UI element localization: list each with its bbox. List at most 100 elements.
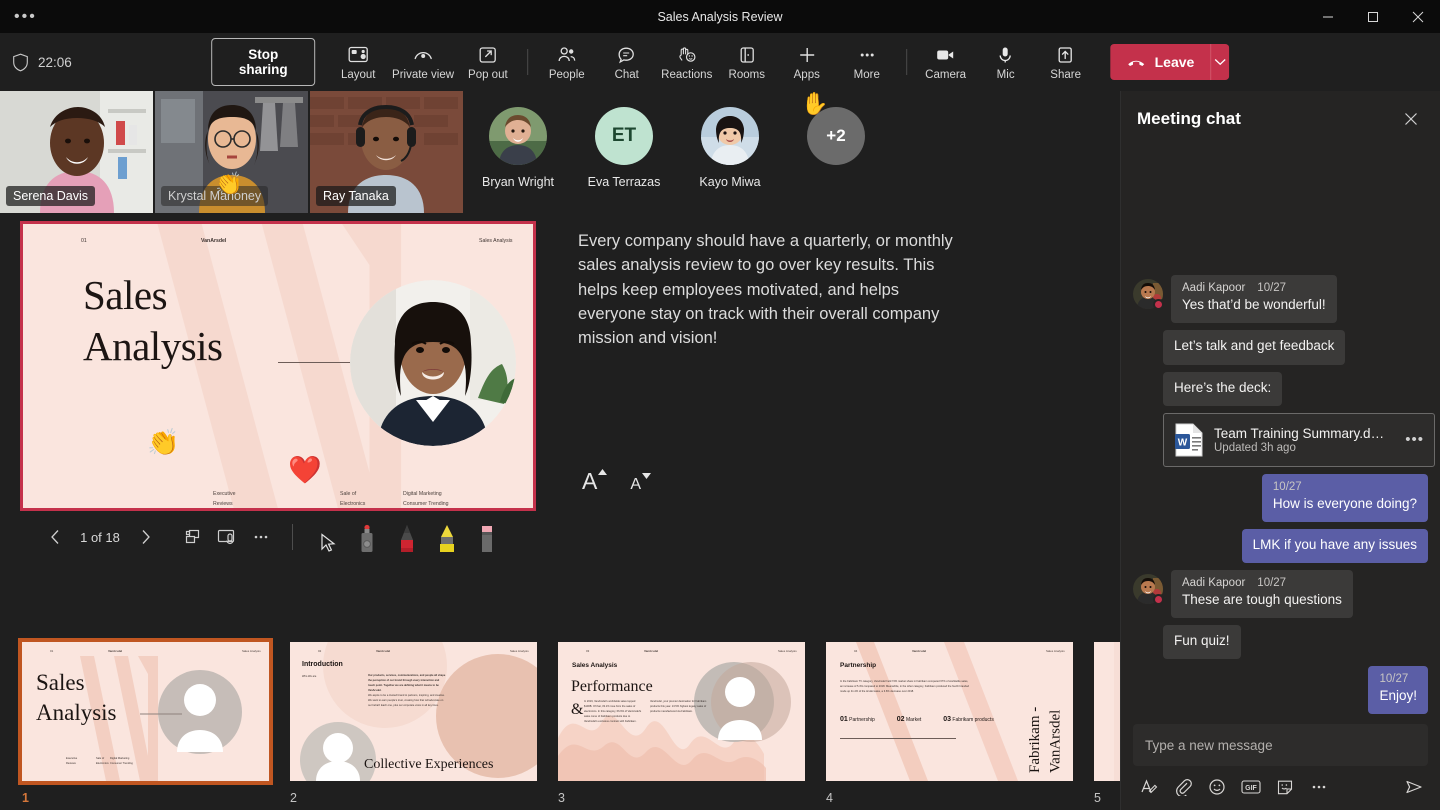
- chat-message-meta: Aadi Kapoor 10/27: [1182, 282, 1326, 294]
- leave-dropdown-button[interactable]: [1210, 44, 1228, 80]
- slide-more-options-button[interactable]: [244, 521, 278, 553]
- meeting-timer: 22:06: [38, 55, 72, 70]
- close-icon[interactable]: [1396, 104, 1426, 134]
- slide-thumbnail[interactable]: 04 VanArsdel Sales Analysis Partnership …: [826, 642, 1073, 781]
- send-icon[interactable]: [1400, 774, 1428, 800]
- gif-icon[interactable]: GIF: [1237, 774, 1265, 800]
- presenter-view-button[interactable]: [210, 521, 244, 553]
- file-meta: Team Training Summary.docx Updated 3h ag…: [1214, 426, 1391, 454]
- leave-button[interactable]: Leave: [1111, 44, 1211, 80]
- laser-pointer-tool-button[interactable]: [347, 520, 387, 554]
- toolbar-item-pop-out[interactable]: Pop out: [459, 37, 517, 87]
- toolbar-item-camera[interactable]: Camera: [917, 37, 975, 87]
- sticker-icon[interactable]: [1271, 774, 1299, 800]
- thumb-header: 02 VanArsdel Sales Analysis: [290, 649, 537, 653]
- thumb-body-1: Our products, services, communications, …: [368, 674, 446, 694]
- chat-message: Let’s talk and get feedback: [1133, 330, 1428, 364]
- toolbar-item-mic[interactable]: Mic: [977, 37, 1035, 87]
- yellow-highlighter-tool-button[interactable]: [427, 520, 467, 554]
- slide-title-line1: Sales: [83, 270, 223, 321]
- teams-meeting-window: ••• Sales Analysis Review 22:06 Stop sha…: [0, 0, 1440, 810]
- slide-footer-item-3: Digital Marketing Consumer Trending: [403, 490, 449, 509]
- toolbar-label-camera: Camera: [925, 69, 966, 81]
- thumb-body-2: We aspire to be a trusted brand to partn…: [368, 694, 446, 709]
- chat-bubble[interactable]: 10/27 How is everyone doing?: [1262, 474, 1428, 522]
- red-pen-tool-button[interactable]: [387, 520, 427, 554]
- chat-bubble[interactable]: Here’s the deck:: [1163, 372, 1282, 406]
- slide-deck-label: Sales Analysis: [479, 238, 512, 244]
- thumb-divider: [840, 738, 956, 739]
- cursor-tool-button[interactable]: [307, 520, 347, 554]
- chat-header: Meeting chat: [1121, 91, 1440, 147]
- file-more-options-icon[interactable]: •••: [1401, 431, 1424, 448]
- thumb-brand-label: VanArsdel: [108, 649, 180, 653]
- chat-file-card[interactable]: W Team Training Summary.docx Updated 3h …: [1163, 413, 1435, 467]
- chat-message: Fun quiz!: [1133, 625, 1428, 659]
- toolbar-item-apps[interactable]: Apps: [778, 37, 836, 87]
- toolbar-label-pop-out: Pop out: [468, 69, 508, 81]
- video-tile-serena-davis[interactable]: Serena Davis: [0, 91, 153, 213]
- message-input[interactable]: Type a new message: [1133, 724, 1428, 766]
- toolbar-item-layout[interactable]: Layout: [329, 37, 387, 87]
- emoji-icon[interactable]: [1203, 774, 1231, 800]
- slide-thumbnail[interactable]: [1094, 642, 1120, 781]
- chat-bubble[interactable]: Let’s talk and get feedback: [1163, 330, 1345, 364]
- slide-thumbnail[interactable]: 01 VanArsdel Sales Analysis Sales Analys…: [22, 642, 269, 781]
- avatar-tile-overflow[interactable]: ✋ +2: [783, 91, 889, 165]
- chat-bubble[interactable]: 10/27 Enjoy!: [1368, 666, 1428, 714]
- apps-plus-icon: [796, 44, 818, 66]
- next-slide-button[interactable]: [128, 521, 162, 553]
- shared-slide[interactable]: 01 VanArsdel Sales Analysis Sales Analys…: [20, 221, 536, 511]
- slide-grid-button[interactable]: [176, 521, 210, 553]
- attach-file-icon[interactable]: [1169, 774, 1197, 800]
- previous-slide-button[interactable]: [38, 521, 72, 553]
- chat-bubble[interactable]: Aadi Kapoor 10/27 These are tough questi…: [1171, 570, 1353, 618]
- chat-message-list[interactable]: Aadi Kapoor 10/27 Yes that’d be wonderfu…: [1121, 147, 1440, 724]
- toolbar-item-private-view[interactable]: Private view: [389, 37, 457, 87]
- presence-badge-busy: [1153, 594, 1164, 605]
- toolbar-item-more[interactable]: More: [838, 37, 896, 87]
- toolbar-item-rooms[interactable]: Rooms: [718, 37, 776, 87]
- eraser-tool-button[interactable]: [467, 520, 507, 554]
- chat-icon: [616, 44, 638, 66]
- avatar-tile-kayo-miwa[interactable]: Kayo Miwa: [677, 91, 783, 189]
- avatar-initials: ET: [595, 107, 653, 165]
- toolbar-item-share[interactable]: Share: [1037, 37, 1095, 87]
- participant-name: Ray Tanaka: [316, 186, 396, 206]
- toolbar-item-people[interactable]: People: [538, 37, 596, 87]
- chat-bubble[interactable]: Fun quiz!: [1163, 625, 1241, 659]
- toolbar-item-reactions[interactable]: Reactions: [658, 37, 716, 87]
- increase-font-size-button[interactable]: A: [578, 468, 612, 495]
- thumb-stats: 01 Partnership 02 Market 03 Fabrikam pro…: [840, 716, 994, 723]
- thumb-footer-2: Sale ofElectronics: [96, 757, 109, 767]
- avatar-tile-eva-terrazas[interactable]: ET Eva Terrazas: [571, 91, 677, 189]
- more-options-icon[interactable]: [1305, 774, 1333, 800]
- window-title: Sales Analysis Review: [0, 10, 1440, 24]
- thumb-header: 01 VanArsdel Sales Analysis: [22, 649, 269, 653]
- rooms-icon: [736, 44, 758, 66]
- chat-timestamp: 10/27: [1273, 481, 1302, 493]
- camera-icon: [934, 44, 958, 66]
- chat-bubble[interactable]: LMK if you have any issues: [1242, 529, 1428, 563]
- avatar: [701, 107, 759, 165]
- window-more-icon[interactable]: •••: [0, 9, 51, 25]
- video-tile-krystal-mahoney[interactable]: 👏 Krystal Mahoney: [155, 91, 308, 213]
- meeting-body: Serena Davis: [0, 91, 1440, 810]
- chat-bubble[interactable]: Aadi Kapoor 10/27 Yes that’d be wonderfu…: [1171, 275, 1337, 323]
- layout-icon: [347, 44, 369, 66]
- video-tile-ray-tanaka[interactable]: Ray Tanaka: [310, 91, 463, 213]
- slide-reaction-clap: 👏: [147, 427, 179, 458]
- slide-thumbnail[interactable]: 02 VanArsdel Sales Analysis Introduction…: [290, 642, 537, 781]
- decrease-font-size-button[interactable]: A: [626, 475, 656, 495]
- stop-sharing-button[interactable]: Stop sharing: [211, 38, 315, 86]
- toolbar-label-reactions: Reactions: [661, 69, 712, 81]
- format-text-icon[interactable]: [1135, 774, 1163, 800]
- close-icon[interactable]: [1395, 0, 1440, 33]
- toolbar-item-chat[interactable]: Chat: [598, 37, 656, 87]
- message-input-placeholder: Type a new message: [1145, 738, 1273, 753]
- avatar-tile-bryan-wright[interactable]: Bryan Wright: [465, 91, 571, 189]
- thumb-number: 2: [290, 791, 537, 805]
- minimize-icon[interactable]: [1305, 0, 1350, 33]
- slide-thumbnail[interactable]: 03 VanArsdel Sales Analysis Sales Analys…: [558, 642, 805, 781]
- maximize-icon[interactable]: [1350, 0, 1395, 33]
